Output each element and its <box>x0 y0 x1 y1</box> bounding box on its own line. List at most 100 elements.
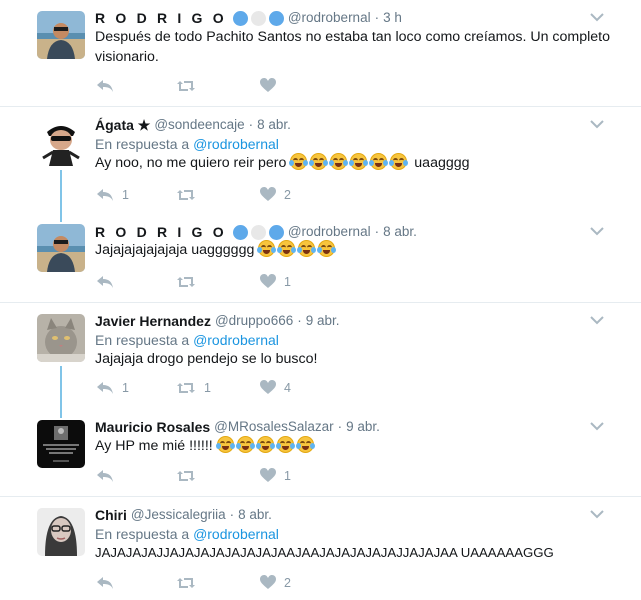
avatar[interactable] <box>37 314 85 362</box>
conversation-feed: R O D R I G O @rodrobernal · 3 h Después… <box>0 0 641 600</box>
reply-button[interactable]: 1 <box>96 380 129 396</box>
chevron-down-icon[interactable] <box>590 315 604 325</box>
display-name[interactable]: Chiri <box>95 506 127 524</box>
tweet-header: Javier Hernandez @druppo666 · 9 abr. <box>95 312 340 330</box>
tweet-text: JAJAJAJAJJAJAJAJAJAJAJAJAAJAAJAJAJAJAJAJ… <box>95 543 635 563</box>
tweet-text-body: Jajajaja drogo pendejo se lo busco! <box>95 351 318 367</box>
tweet-header: Ágata ★ @sondeencaje · 8 abr. <box>95 116 291 134</box>
user-handle[interactable]: @Jessicalegriia <box>131 506 226 524</box>
like-count: 4 <box>284 380 291 395</box>
retweet-button[interactable]: 1 <box>176 380 211 396</box>
separator-dot: · <box>229 507 235 522</box>
laughing-emoji <box>389 153 409 170</box>
reply-button[interactable] <box>96 78 114 94</box>
avatar[interactable] <box>37 224 85 272</box>
reply-button[interactable]: 1 <box>96 187 129 203</box>
tweet-header: R O D R I G O @rodrobernal · 8 abr. <box>95 223 417 241</box>
timestamp[interactable]: 9 abr. <box>346 418 380 436</box>
tweet[interactable]: Ágata ★ @sondeencaje · 8 abr. En respues… <box>0 107 641 212</box>
tweet-text: Jajajajajajajaja uagggggg <box>95 240 615 260</box>
tweet[interactable]: R O D R I G O @rodrobernal · 3 h Después… <box>0 0 641 106</box>
like-button[interactable]: 4 <box>260 380 291 395</box>
reply-prefix: En respuesta a <box>95 526 190 542</box>
reply-button[interactable] <box>96 274 114 290</box>
laughing-emoji <box>309 153 329 170</box>
tweet-text: Jajajaja drogo pendejo se lo busco! <box>95 349 615 369</box>
tweet-text: Después de todo Pachito Santos no estaba… <box>95 27 615 67</box>
chevron-down-icon[interactable] <box>590 421 604 431</box>
user-handle[interactable]: @rodrobernal <box>288 223 371 241</box>
tweet-text-suffix: uaagggg <box>414 155 470 171</box>
timestamp[interactable]: 8 abr. <box>238 506 272 524</box>
reply-button[interactable] <box>96 468 114 484</box>
reply-icon <box>97 80 113 92</box>
user-handle[interactable]: @MRosalesSalazar <box>214 418 334 436</box>
laughing-emoji <box>215 436 235 453</box>
reply-button[interactable] <box>96 575 114 591</box>
reply-icon <box>97 276 113 288</box>
like-button[interactable]: 1 <box>260 468 291 483</box>
like-button[interactable]: 1 <box>260 274 291 289</box>
avatar[interactable] <box>37 420 85 468</box>
chevron-down-icon[interactable] <box>590 226 604 236</box>
tweet[interactable]: Mauricio Rosales @MRosalesSalazar · 9 ab… <box>0 409 641 496</box>
retweet-button[interactable] <box>176 575 196 591</box>
reply-mention-link[interactable]: @rodrobernal <box>193 136 279 152</box>
circle-badge <box>232 224 248 240</box>
avatar[interactable] <box>37 508 85 556</box>
avatar[interactable] <box>37 11 85 59</box>
retweet-icon <box>177 578 195 588</box>
retweet-button[interactable] <box>176 274 196 290</box>
display-name[interactable]: R O D R I G O <box>95 9 227 27</box>
like-button[interactable]: 2 <box>260 187 291 202</box>
display-name[interactable]: Ágata ★ <box>95 116 150 134</box>
display-name[interactable]: Mauricio Rosales <box>95 418 210 436</box>
timestamp[interactable]: 9 abr. <box>306 312 340 330</box>
reply-context: En respuesta a @rodrobernal <box>95 331 279 349</box>
laughing-emoji <box>295 436 315 453</box>
reply-count: 1 <box>122 381 129 395</box>
tweet-text: Ay HP me mié !!!!!! <box>95 436 615 456</box>
separator-dot: · <box>297 313 302 328</box>
tweet-text-body: Ay noo, no me quiero reir pero <box>95 155 287 171</box>
reply-mention-link[interactable]: @rodrobernal <box>193 332 279 348</box>
timestamp[interactable]: 8 abr. <box>383 223 417 241</box>
like-count: 1 <box>284 468 291 483</box>
tweet[interactable]: Javier Hernandez @druppo666 · 9 abr. En … <box>0 303 641 408</box>
reply-context: En respuesta a @rodrobernal <box>95 525 279 543</box>
display-name[interactable]: R O D R I G O <box>95 223 227 241</box>
heart-icon <box>260 274 276 288</box>
timestamp[interactable]: 8 abr. <box>257 116 291 134</box>
display-name[interactable]: Javier Hernandez <box>95 312 211 330</box>
heart-icon <box>260 187 276 201</box>
tweet[interactable]: R O D R I G O @rodrobernal · 8 abr. Jaja… <box>0 214 641 302</box>
timestamp[interactable]: 3 h <box>383 9 402 27</box>
reply-icon <box>97 189 113 201</box>
chevron-down-icon[interactable] <box>590 509 604 519</box>
retweet-count: 1 <box>204 381 211 395</box>
tweet-text-body: JAJAJAJAJJAJAJAJAJAJAJAJAAJAAJAJAJAJAJAJ… <box>95 545 554 560</box>
retweet-button[interactable] <box>176 468 196 484</box>
heart-icon <box>260 468 276 482</box>
chevron-down-icon[interactable] <box>590 119 604 129</box>
tweet-text-body: Después de todo Pachito Santos no estaba… <box>95 29 610 65</box>
like-count: 1 <box>284 274 291 289</box>
laughing-emoji <box>349 153 369 170</box>
tweet[interactable]: Chiri @Jessicalegriia · 8 abr. En respue… <box>0 497 641 600</box>
avatar[interactable] <box>37 118 85 166</box>
laughing-emoji <box>329 153 349 170</box>
reply-icon <box>97 577 113 589</box>
reply-mention-link[interactable]: @rodrobernal <box>193 526 279 542</box>
like-button[interactable]: 2 <box>260 575 291 590</box>
user-handle[interactable]: @sondeencaje <box>154 116 244 134</box>
user-handle[interactable]: @druppo666 <box>215 312 293 330</box>
chevron-down-icon[interactable] <box>590 12 604 22</box>
like-count: 2 <box>284 187 291 202</box>
retweet-button[interactable] <box>176 187 196 203</box>
like-button[interactable] <box>260 78 276 93</box>
laughing-emoji <box>369 153 389 170</box>
laughing-emoji <box>289 153 309 170</box>
laughing-emoji <box>257 240 277 257</box>
user-handle[interactable]: @rodrobernal <box>288 9 371 27</box>
retweet-button[interactable] <box>176 78 196 94</box>
